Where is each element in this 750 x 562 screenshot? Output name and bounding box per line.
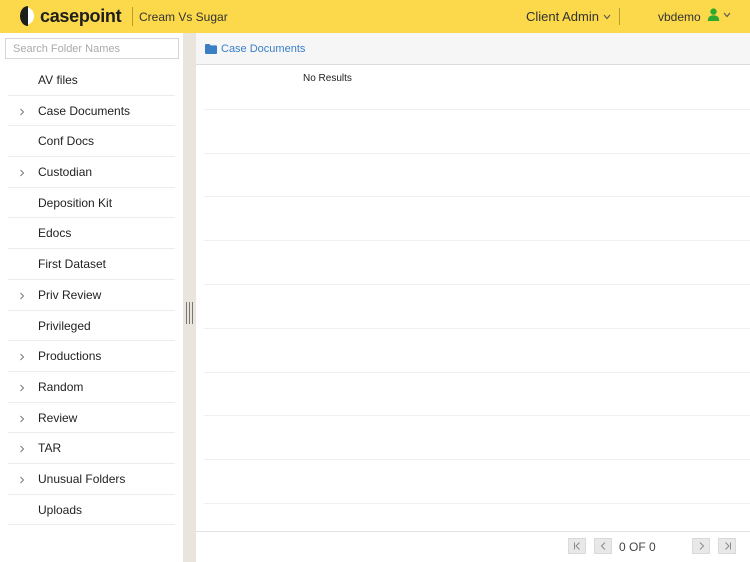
- list-item: No Results: [204, 66, 750, 110]
- last-page-button[interactable]: [718, 538, 736, 554]
- folder-item-label: Uploads: [38, 502, 83, 517]
- chevron-right-icon[interactable]: [18, 384, 26, 392]
- list-item: [204, 373, 750, 417]
- list-item: [204, 110, 750, 154]
- chevron-down-icon[interactable]: [723, 12, 731, 18]
- folder-item-label: Productions: [38, 349, 102, 364]
- user-icon[interactable]: [707, 8, 720, 21]
- folder-item[interactable]: Privileged: [8, 311, 175, 342]
- folder-item[interactable]: Custodian: [8, 157, 175, 188]
- folder-item[interactable]: Deposition Kit: [8, 188, 175, 219]
- main-panel: Case Documents No Results 0 OF 0: [196, 33, 750, 562]
- header-divider: [132, 7, 133, 26]
- folder-item-label: Custodian: [38, 165, 93, 180]
- search-folder-input[interactable]: [5, 38, 179, 59]
- chevron-left-icon: [600, 542, 605, 550]
- folder-item-label: Unusual Folders: [38, 471, 126, 486]
- folder-item-label: Privileged: [38, 318, 91, 333]
- casepoint-logo[interactable]: casepoint: [20, 5, 122, 27]
- list-item: [204, 460, 750, 504]
- folder-item-label: Random: [38, 379, 84, 394]
- chevron-right-icon[interactable]: [18, 445, 26, 453]
- folder-item-label: Priv Review: [38, 287, 102, 302]
- folder-item[interactable]: TAR: [8, 433, 175, 464]
- user-name[interactable]: vbdemo: [658, 10, 701, 24]
- folder-item-label: Review: [38, 410, 78, 425]
- first-page-button[interactable]: [568, 538, 586, 554]
- first-page-icon: [573, 542, 580, 550]
- chevron-down-icon: [603, 14, 611, 19]
- folder-item-label: Edocs: [38, 226, 72, 241]
- logo-mark-icon: [20, 6, 36, 26]
- page-counter: 0 OF 0: [619, 540, 656, 554]
- chevron-right-icon[interactable]: [18, 108, 26, 116]
- header-divider: [619, 8, 620, 25]
- list-item: [204, 241, 750, 285]
- folder-item-label: Conf Docs: [38, 134, 95, 149]
- list-item: [204, 154, 750, 198]
- folder-icon: [205, 44, 217, 54]
- role-menu[interactable]: Client Admin: [526, 9, 611, 24]
- next-page-button[interactable]: [692, 538, 710, 554]
- breadcrumb: Case Documents: [196, 33, 750, 65]
- drag-handle-icon[interactable]: [186, 302, 193, 324]
- breadcrumb-item[interactable]: Case Documents: [221, 43, 305, 55]
- logo-text: casepoint: [40, 5, 122, 26]
- empty-message: No Results: [303, 73, 352, 84]
- previous-page-button[interactable]: [594, 538, 612, 554]
- pagination-bar: 0 OF 0: [196, 531, 750, 562]
- folder-item[interactable]: AV files: [8, 65, 175, 96]
- folder-item[interactable]: Uploads: [8, 495, 175, 526]
- folder-item[interactable]: Review: [8, 403, 175, 434]
- role-menu-label: Client Admin: [526, 9, 599, 24]
- folder-item-label: AV files: [38, 73, 78, 87]
- panel-splitter[interactable]: [183, 33, 196, 562]
- top-header: casepoint Cream Vs Sugar Client Admin vb…: [0, 0, 750, 33]
- folder-item[interactable]: Unusual Folders: [8, 464, 175, 495]
- chevron-right-icon[interactable]: [18, 169, 26, 177]
- folder-item-label: Case Documents: [38, 103, 131, 118]
- chevron-right-icon: [699, 542, 704, 550]
- list-item: [204, 416, 750, 461]
- folder-item[interactable]: Productions: [8, 341, 175, 372]
- folder-list: AV files Case Documents Conf Docs Custodian…: [0, 65, 183, 526]
- list-item: [204, 285, 750, 329]
- folder-item[interactable]: Case Documents: [8, 96, 175, 127]
- list-item: [204, 329, 750, 373]
- folder-item-label: TAR: [38, 441, 62, 456]
- chevron-right-icon[interactable]: [18, 476, 26, 484]
- chevron-right-icon[interactable]: [18, 353, 26, 361]
- folder-item[interactable]: Random: [8, 372, 175, 403]
- folder-sidebar: AV files Case Documents Conf Docs Custodian…: [0, 33, 183, 562]
- results-list: No Results: [204, 66, 750, 548]
- folder-item[interactable]: First Dataset: [8, 249, 175, 280]
- folder-item[interactable]: Priv Review: [8, 280, 175, 311]
- list-item: [204, 197, 750, 242]
- case-name[interactable]: Cream Vs Sugar: [139, 10, 228, 24]
- folder-item[interactable]: Edocs: [8, 218, 175, 250]
- folder-item-label: First Dataset: [38, 257, 107, 272]
- chevron-right-icon[interactable]: [18, 415, 26, 423]
- folder-item[interactable]: Conf Docs: [8, 126, 175, 158]
- chevron-right-icon[interactable]: [18, 292, 26, 300]
- last-page-icon: [724, 542, 731, 550]
- folder-item-label: Deposition Kit: [38, 195, 113, 210]
